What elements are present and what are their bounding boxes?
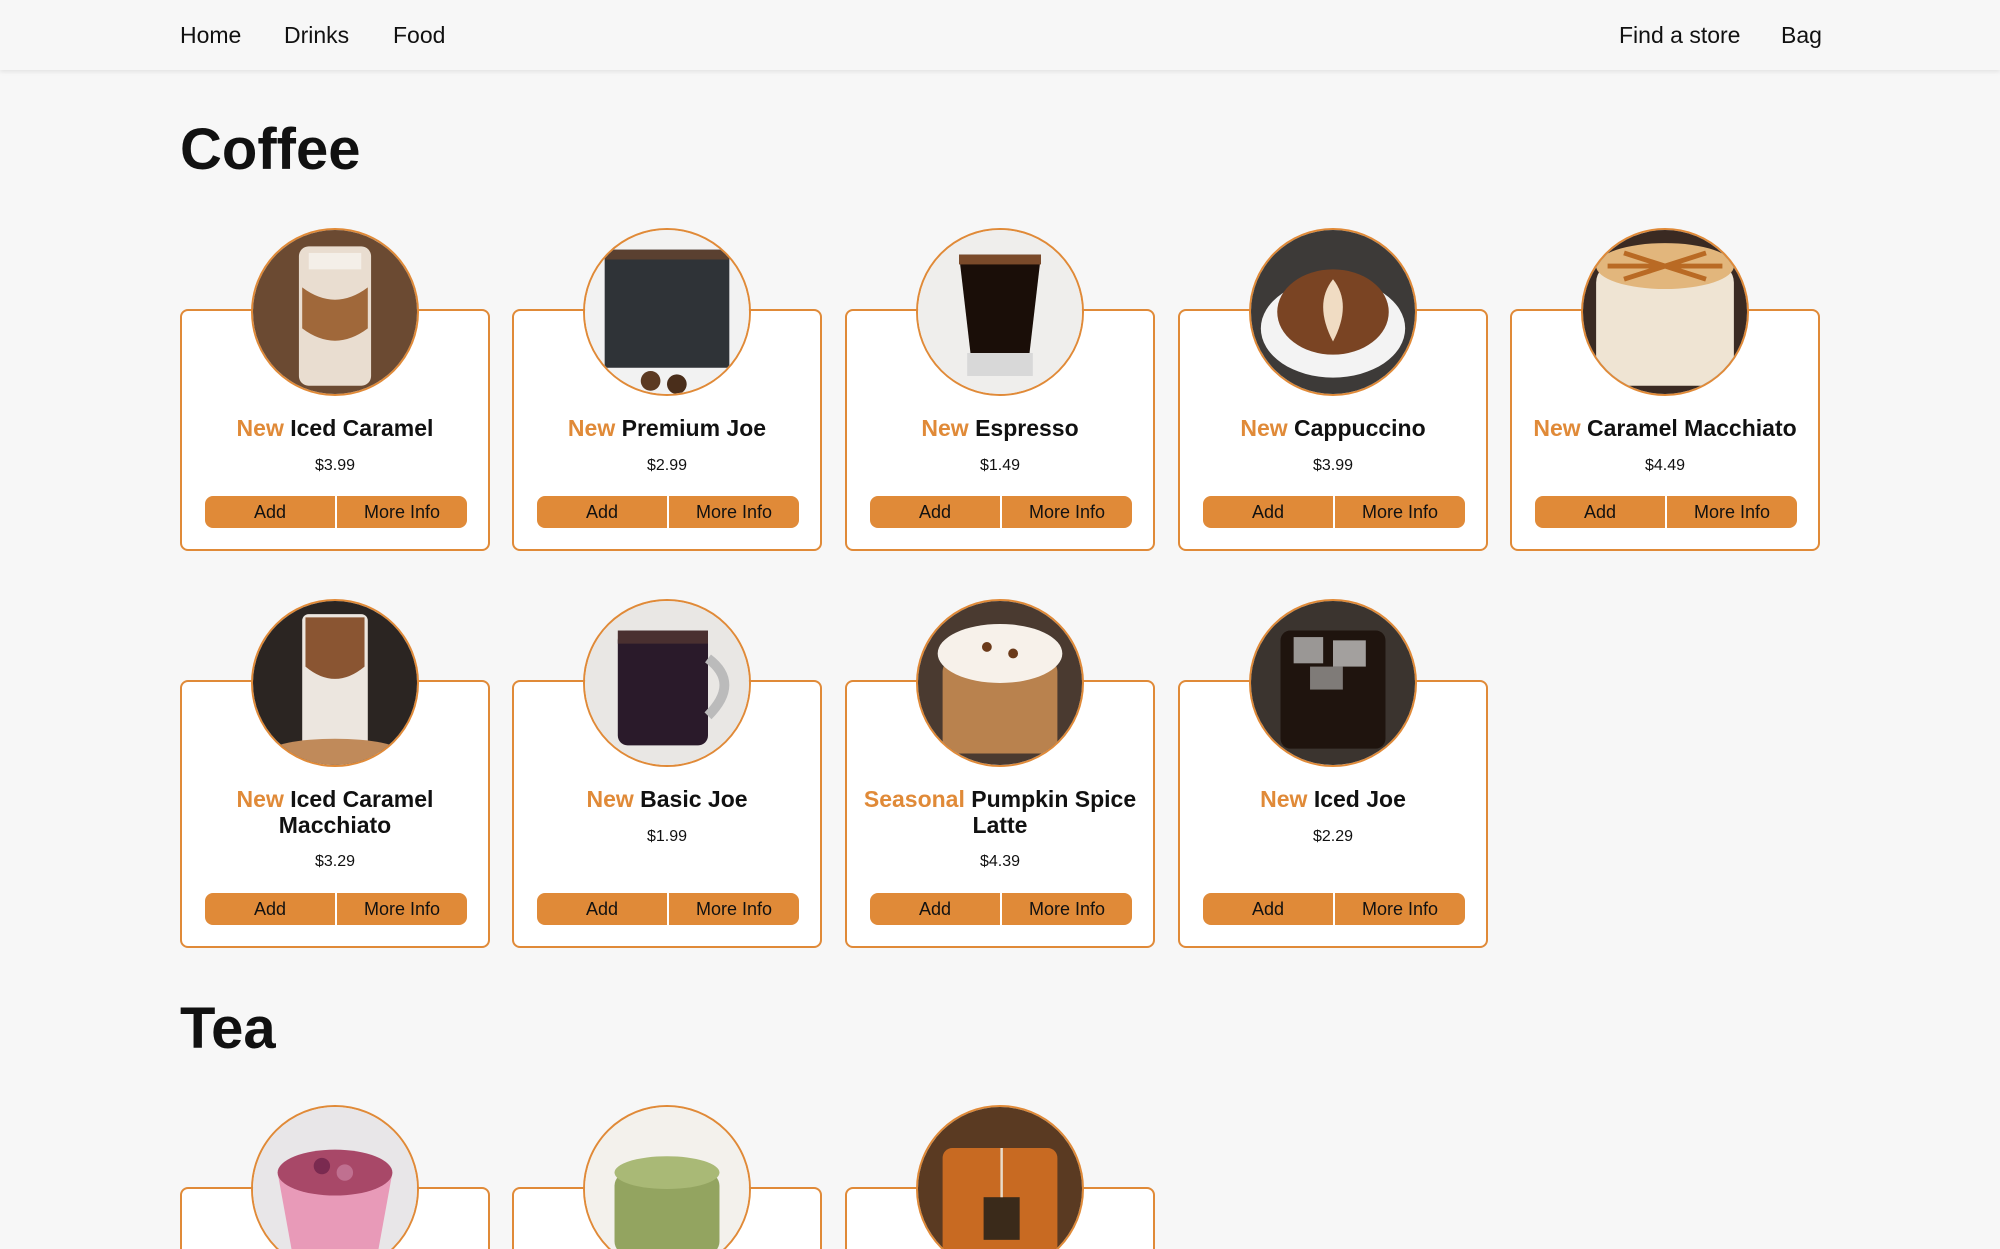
add-button[interactable]: Add — [205, 496, 335, 528]
more-info-button[interactable]: More Info — [1665, 496, 1797, 528]
product-image-iced-caramel — [251, 228, 419, 396]
product-price: $2.29 — [1312, 828, 1354, 845]
product-tag: New — [236, 786, 284, 812]
product-tag: New — [1240, 415, 1288, 441]
nav-find-store[interactable]: Find a store — [1619, 22, 1740, 49]
product-name: New Iced Joe — [1260, 786, 1406, 812]
add-button[interactable]: Add — [1535, 496, 1665, 528]
product-tag: New — [1533, 415, 1581, 441]
card-actions: Add More Info — [537, 496, 799, 528]
card-actions: Add More Info — [205, 893, 467, 925]
product-name: New Basic Joe — [586, 786, 748, 812]
product-name: New Cappuccino — [1240, 415, 1426, 441]
product-image-pumpkin-spice-latte — [916, 599, 1084, 767]
card-actions: Add More Info — [870, 496, 1132, 528]
card-actions: Add More Info — [537, 893, 799, 925]
product-tag: New — [1260, 786, 1308, 812]
card-actions: Add More Info — [870, 893, 1132, 925]
product-tag: New — [567, 415, 616, 441]
more-info-button[interactable]: More Info — [335, 496, 467, 528]
product-name: New Espresso — [921, 415, 1079, 441]
product-price: $1.99 — [646, 828, 688, 845]
product-price: $4.49 — [1644, 457, 1686, 474]
product-image-rose-tea — [251, 1105, 419, 1249]
product-price: $3.99 — [314, 457, 356, 474]
product-price: $3.29 — [314, 853, 356, 870]
card-actions: Add More Info — [1203, 496, 1465, 528]
card-actions: Add More Info — [205, 496, 467, 528]
more-info-button[interactable]: More Info — [1333, 893, 1465, 925]
product-tag: Seasonal — [863, 786, 965, 812]
nav-drinks[interactable]: Drinks — [284, 22, 349, 49]
product-image-basic-joe — [583, 599, 751, 767]
card-actions: Add More Info — [1203, 893, 1465, 925]
add-button[interactable]: Add — [537, 496, 667, 528]
add-button[interactable]: Add — [537, 893, 667, 925]
product-image-premium-joe — [583, 228, 751, 396]
product-image-caramel-macchiato — [1581, 228, 1749, 396]
product-price: $1.49 — [979, 457, 1021, 474]
product-image-iced-joe — [1249, 599, 1417, 767]
product-price: $4.39 — [979, 853, 1021, 870]
product-name: New Caramel Macchiato — [1533, 415, 1797, 441]
more-info-button[interactable]: More Info — [1333, 496, 1465, 528]
product-tag: New — [921, 415, 969, 441]
top-nav: Home Drinks Food Find a store Bag — [0, 0, 2000, 70]
product-name: New Premium Joe — [567, 415, 767, 441]
product-tag: New — [236, 415, 284, 441]
product-price: $3.99 — [1312, 457, 1354, 474]
add-button[interactable]: Add — [870, 496, 1000, 528]
more-info-button[interactable]: More Info — [667, 496, 799, 528]
add-button[interactable]: Add — [205, 893, 335, 925]
nav-bag[interactable]: Bag — [1781, 22, 1822, 49]
add-button[interactable]: Add — [870, 893, 1000, 925]
more-info-button[interactable]: More Info — [1000, 893, 1132, 925]
nav-food[interactable]: Food — [393, 22, 445, 49]
section-title-tea: Tea — [180, 996, 276, 1061]
product-image-espresso — [916, 228, 1084, 396]
section-title-coffee: Coffee — [180, 117, 361, 182]
more-info-button[interactable]: More Info — [667, 893, 799, 925]
product-image-black-tea — [916, 1105, 1084, 1249]
card-actions: Add More Info — [1535, 496, 1797, 528]
product-price: $2.99 — [646, 457, 688, 474]
product-image-matcha-latte — [583, 1105, 751, 1249]
product-name: New Iced Caramel Macchiato — [236, 786, 434, 838]
product-tag: New — [586, 786, 634, 812]
product-name: New Iced Caramel — [236, 415, 434, 441]
more-info-button[interactable]: More Info — [335, 893, 467, 925]
product-image-cappuccino — [1249, 228, 1417, 396]
more-info-button[interactable]: More Info — [1000, 496, 1132, 528]
product-name: Seasonal Pumpkin Spice Latte — [863, 786, 1137, 838]
add-button[interactable]: Add — [1203, 496, 1333, 528]
nav-home[interactable]: Home — [180, 22, 241, 49]
product-image-iced-caramel-macchiato — [251, 599, 419, 767]
add-button[interactable]: Add — [1203, 893, 1333, 925]
